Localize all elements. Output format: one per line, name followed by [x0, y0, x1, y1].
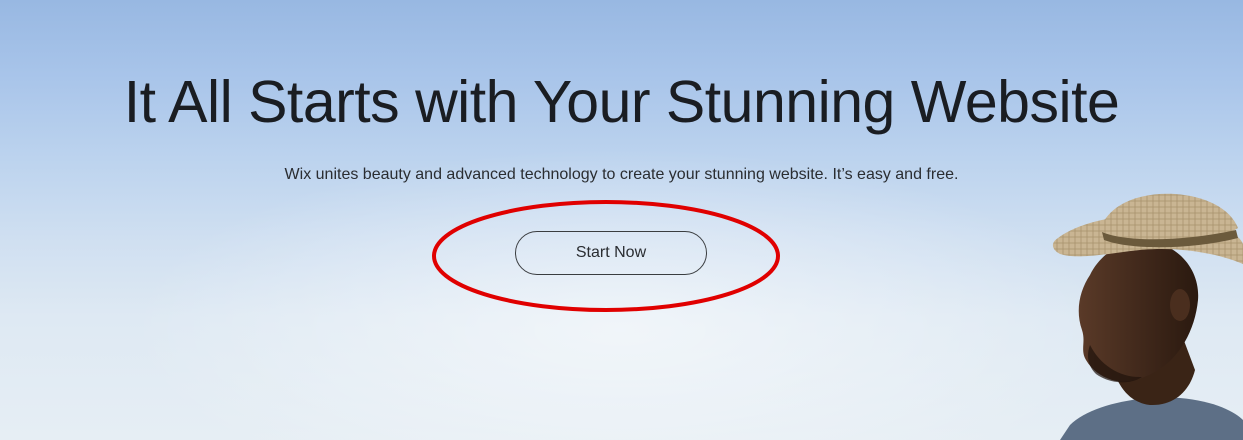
hero-section: It All Starts with Your Stunning Website… [0, 0, 1243, 440]
start-now-button[interactable]: Start Now [515, 231, 707, 275]
hero-headline: It All Starts with Your Stunning Website [123, 69, 1120, 135]
man-with-straw-hat-image [1052, 193, 1243, 440]
